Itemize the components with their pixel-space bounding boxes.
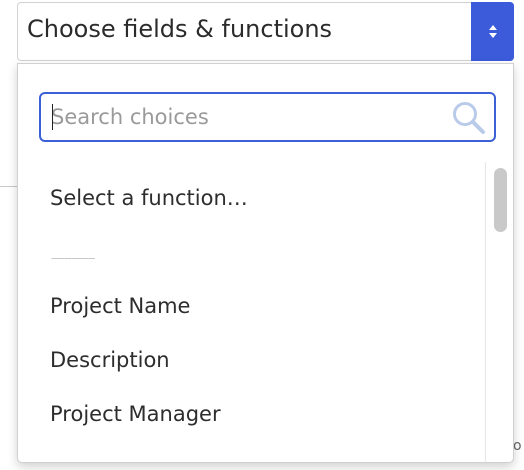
option-description[interactable]: Description bbox=[50, 346, 170, 374]
choices-dropdown: Select a function… ------------- Project… bbox=[17, 63, 514, 463]
choices-list: Select a function… ------------- Project… bbox=[18, 162, 483, 462]
option-select-function[interactable]: Select a function… bbox=[50, 184, 248, 212]
fields-functions-select[interactable]: Choose fields & functions bbox=[17, 2, 514, 61]
search-input[interactable] bbox=[51, 100, 441, 134]
arrow-down-icon bbox=[488, 33, 497, 38]
sort-arrows-icon[interactable] bbox=[471, 2, 514, 61]
option-project-name[interactable]: Project Name bbox=[50, 292, 190, 320]
scrollbar-thumb[interactable] bbox=[494, 168, 507, 232]
option-separator: ------------- bbox=[51, 251, 95, 265]
page: o Choose fields & functions Select a fun… bbox=[0, 0, 524, 470]
option-project-manager[interactable]: Project Manager bbox=[50, 400, 221, 428]
search-box[interactable] bbox=[39, 92, 496, 142]
arrow-up-icon bbox=[488, 25, 497, 30]
search-icon[interactable] bbox=[450, 99, 488, 137]
background-partial-text: o bbox=[513, 438, 522, 454]
text-caret bbox=[52, 104, 53, 130]
select-value: Choose fields & functions bbox=[27, 15, 333, 43]
